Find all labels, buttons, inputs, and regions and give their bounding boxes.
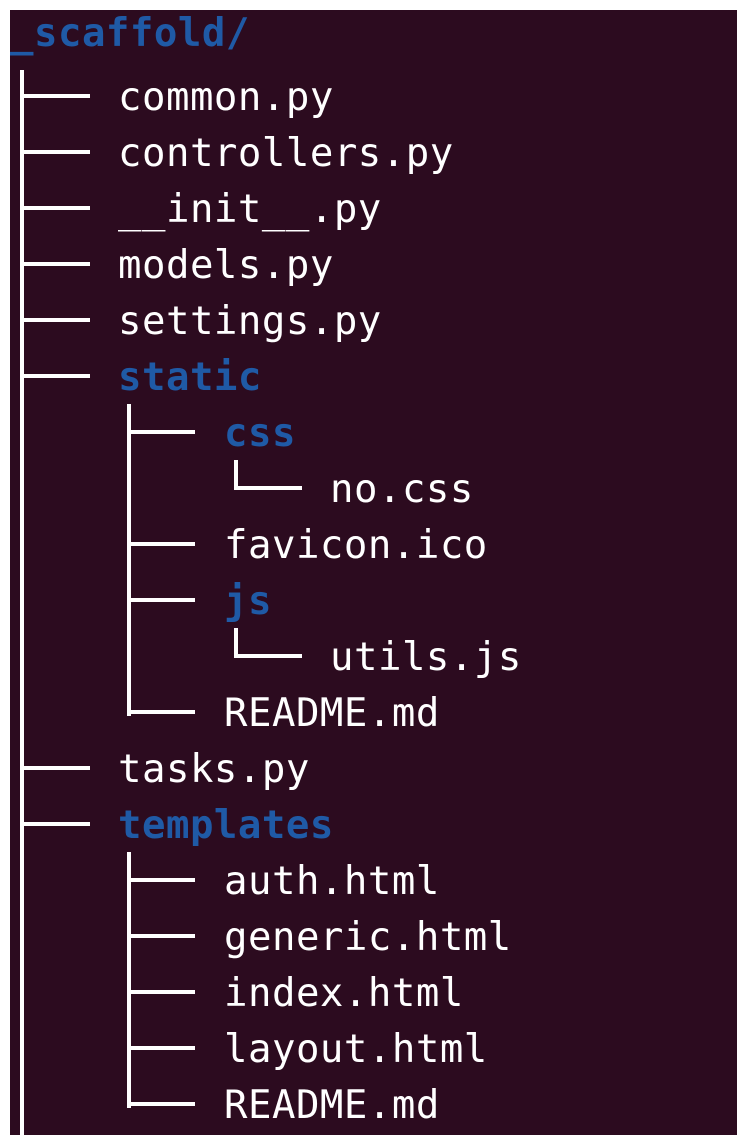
tree-branch-line	[20, 822, 90, 826]
tree-branch-line	[20, 766, 90, 770]
file-common-py: common.py	[118, 75, 334, 120]
file-utils-js: utils.js	[330, 635, 522, 680]
file-init-py: __init__.py	[118, 187, 382, 232]
tree-branch-line	[20, 318, 90, 322]
tree-entry: no.css	[10, 460, 737, 516]
tree-entry: tasks.py	[10, 740, 737, 796]
tree-branch-line	[127, 598, 195, 602]
file-generic-html: generic.html	[224, 915, 512, 960]
tree-branch-line	[127, 1102, 195, 1106]
tree-entry: utils.js	[10, 628, 737, 684]
tree-branch-line	[127, 430, 195, 434]
file-index-html: index.html	[224, 971, 464, 1016]
file-settings-py: settings.py	[118, 299, 382, 344]
directory-templates: templates	[118, 803, 334, 848]
directory-js: js	[224, 579, 272, 624]
tree-entry: common.py	[10, 68, 737, 124]
tree-branch-line	[127, 990, 195, 994]
file-no-css: no.css	[330, 467, 474, 512]
tree-entry: README.md	[10, 1076, 737, 1132]
file-readme-md-templates: README.md	[224, 1083, 440, 1128]
tree-entry: static	[10, 348, 737, 404]
terminal-window: _scaffold/ common.py controllers.py __in…	[10, 10, 737, 1135]
tree-entry: auth.html	[10, 852, 737, 908]
tree-branch-line	[127, 878, 195, 882]
tree-branch-line	[127, 542, 195, 546]
file-auth-html: auth.html	[224, 859, 440, 904]
directory-css: css	[224, 411, 296, 456]
tree-entry: layout.html	[10, 1020, 737, 1076]
tree-entry: generic.html	[10, 908, 737, 964]
tree-entry: css	[10, 404, 737, 460]
page: _scaffold/ common.py controllers.py __in…	[0, 0, 737, 1135]
tree-entry: index.html	[10, 964, 737, 1020]
root-directory-label: _scaffold/	[10, 11, 250, 56]
file-controllers-py: controllers.py	[118, 131, 454, 176]
file-favicon-ico: favicon.ico	[224, 523, 488, 568]
tree-branch-line	[20, 262, 90, 266]
tree-branch-line	[234, 486, 302, 490]
tree-entry: __init__.py	[10, 180, 737, 236]
tree-branch-line	[20, 150, 90, 154]
file-readme-md-static: README.md	[224, 691, 440, 736]
file-layout-html: layout.html	[224, 1027, 488, 1072]
tree-branch-line	[20, 94, 90, 98]
tree-branch-line	[127, 710, 195, 714]
tree-branch-line	[234, 654, 302, 658]
tree-entry: favicon.ico	[10, 516, 737, 572]
tree-entry: controllers.py	[10, 124, 737, 180]
directory-static: static	[118, 355, 262, 400]
tree-branch-line	[20, 374, 90, 378]
file-models-py: models.py	[118, 243, 334, 288]
tree-branch-line	[20, 206, 90, 210]
tree-branch-line	[127, 1046, 195, 1050]
tree-branch-line	[127, 934, 195, 938]
file-tasks-py: tasks.py	[118, 747, 310, 792]
tree-entry: templates	[10, 796, 737, 852]
tree-entry: js	[10, 572, 737, 628]
tree-entry: README.md	[10, 684, 737, 740]
tree-entry: settings.py	[10, 292, 737, 348]
tree-root: _scaffold/	[10, 10, 737, 66]
tree-entry: models.py	[10, 236, 737, 292]
